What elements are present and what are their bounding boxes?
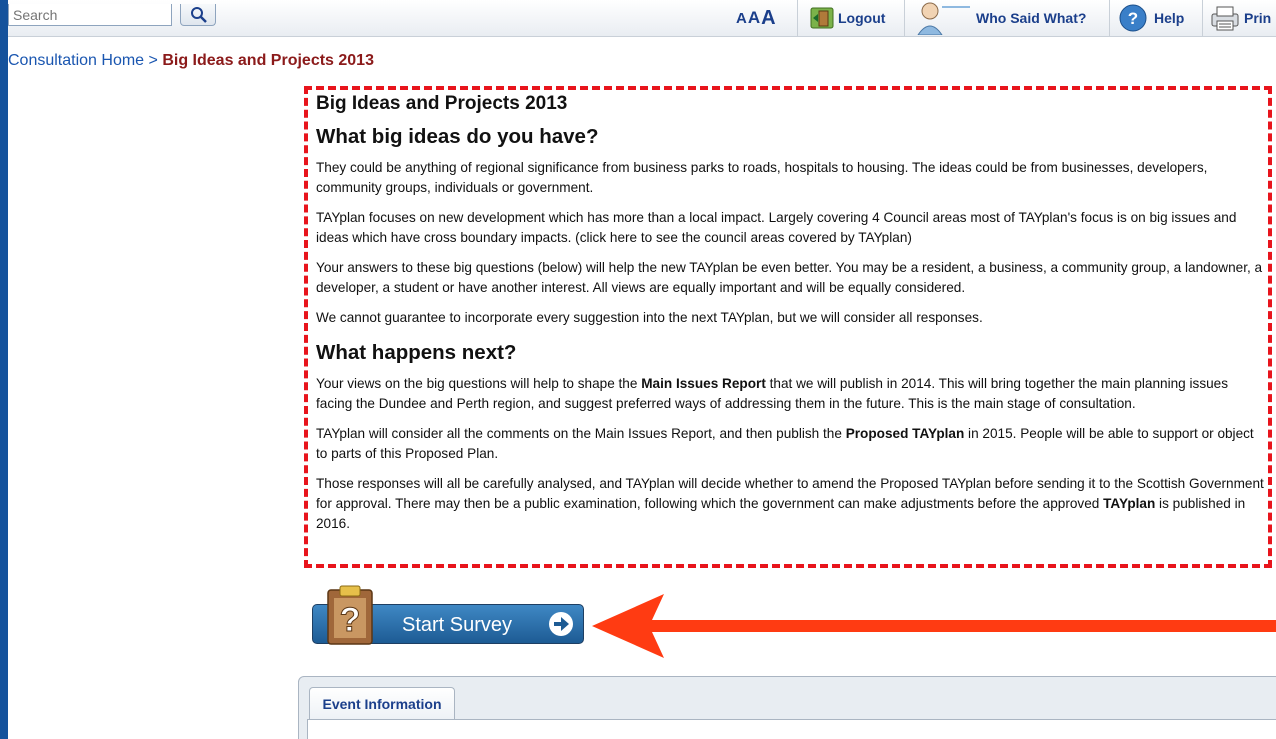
help-icon: ? [1119,4,1147,32]
section-heading-what-happens-next: What happens next? [316,341,517,364]
toolbar-divider [1202,0,1203,36]
print-button[interactable]: Prin [1210,0,1271,36]
search-icon [191,7,207,23]
paragraph: TAYplan will consider all the comments o… [316,424,1266,464]
text-size-medium[interactable]: A [748,8,761,28]
bold-text: Proposed TAYplan [845,426,965,441]
toolbar-divider [1109,0,1110,36]
highlighted-content-area: Big Ideas and Projects 2013 What big ide… [304,86,1272,568]
tab-event-information[interactable]: Event Information [309,687,455,719]
user-speech-icon [917,2,970,35]
toolbar-divider [797,0,798,36]
event-tab-panel: Event Information [298,676,1276,739]
text-size-control[interactable]: A A A [736,0,777,36]
paragraph: TAYplan focuses on new development which… [316,210,1237,245]
logout-button[interactable]: Logout [810,0,885,36]
page-title: Big Ideas and Projects 2013 [316,93,568,114]
paragraph: We cannot guarantee to incorporate every… [316,310,983,325]
paragraph: Those responses will all be carefully an… [316,474,1266,534]
text-size-large[interactable]: A [761,7,776,30]
paragraph: Your answers to these big questions (bel… [316,260,1263,295]
who-said-what-label: Who Said What? [976,10,1087,26]
start-survey-label: Start Survey [402,614,513,636]
svg-text:?: ? [340,601,361,639]
paragraph-text: Your views on the big questions will hel… [316,376,642,391]
help-label: Help [1154,10,1185,26]
who-said-what-button[interactable]: Who Said What? [916,0,1086,36]
breadcrumb-current: Big Ideas and Projects 2013 [162,52,374,69]
bold-text: Main Issues Report [641,376,766,391]
bold-text: TAYplan [1103,496,1156,511]
annotation-arrow [592,594,1276,658]
arrow-right-circle-icon [549,612,573,636]
logout-label: Logout [838,10,886,26]
print-icon [1211,6,1239,31]
help-button[interactable]: ? Help [1118,0,1184,36]
tab-label: Event Information [322,695,442,712]
tab-content [307,719,1276,739]
breadcrumb-separator: > [148,52,158,69]
paragraph-text: TAYplan will consider all the comments o… [316,426,846,441]
breadcrumb: Consultation Home > Big Ideas and Projec… [8,52,374,70]
browser-content: A A A Logout Who Said What? [8,0,1276,739]
clipboard-question-icon: ? [327,585,373,645]
svg-text:?: ? [1128,9,1138,28]
search-input[interactable] [8,4,172,26]
search-button[interactable] [180,4,216,26]
logout-door-icon [810,7,834,29]
breadcrumb-home-link[interactable]: Consultation Home [8,52,144,69]
text-size-small[interactable]: A [736,10,748,27]
paragraph: Your views on the big questions will hel… [316,374,1266,414]
paragraph: They could be anything of regional signi… [316,160,1208,195]
start-survey-button[interactable]: ? Start Survey [312,584,584,646]
section-heading-big-ideas: What big ideas do you have? [316,125,599,148]
toolbar-divider [904,0,905,36]
print-label: Prin [1244,10,1272,26]
top-toolbar: A A A Logout Who Said What? [8,0,1276,37]
